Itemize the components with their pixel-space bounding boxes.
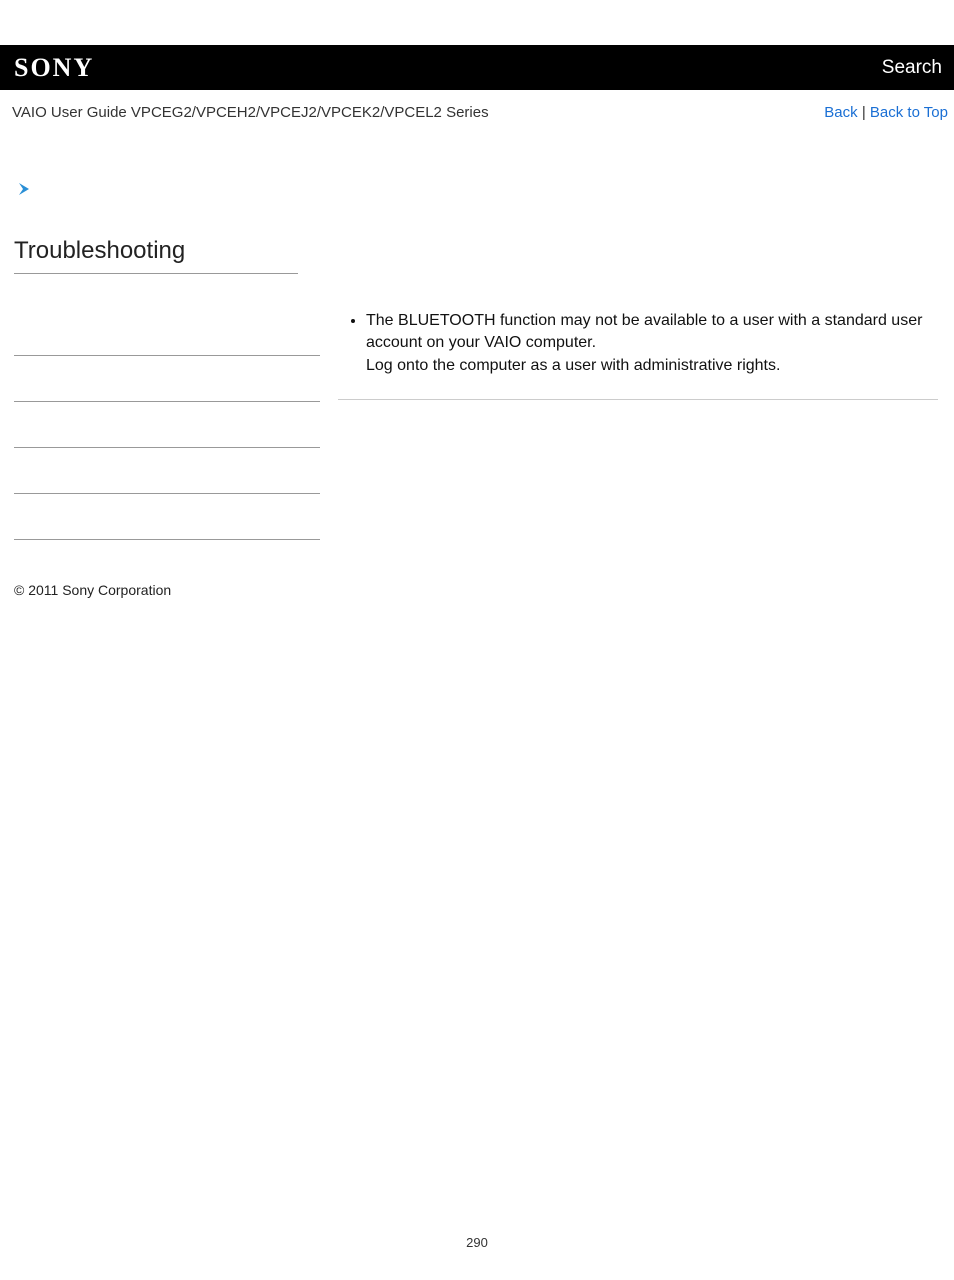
copyright: © 2011 Sony Corporation bbox=[14, 582, 954, 598]
subheader: VAIO User Guide VPCEG2/VPCEH2/VPCEJ2/VPC… bbox=[0, 90, 954, 121]
left-row bbox=[14, 310, 320, 356]
content-list: The BLUETOOTH function may not be availa… bbox=[338, 310, 938, 377]
guide-title: VAIO User Guide VPCEG2/VPCEH2/VPCEJ2/VPC… bbox=[12, 104, 489, 121]
search-link[interactable]: Search bbox=[882, 57, 946, 79]
header-bar: SONY Search bbox=[0, 45, 954, 90]
arrow-icon bbox=[18, 181, 954, 197]
left-row bbox=[14, 494, 320, 540]
two-column-layout: The BLUETOOTH function may not be availa… bbox=[0, 310, 954, 540]
right-column: The BLUETOOTH function may not be availa… bbox=[330, 310, 954, 400]
left-column bbox=[0, 310, 330, 540]
section-title: Troubleshooting bbox=[14, 237, 954, 265]
left-row bbox=[14, 402, 320, 448]
content-text-line2: Log onto the computer as a user with adm… bbox=[366, 355, 938, 377]
left-row bbox=[14, 448, 320, 494]
nav-separator: | bbox=[858, 104, 870, 121]
content-text-line1: The BLUETOOTH function may not be availa… bbox=[366, 312, 922, 351]
nav-links: Back | Back to Top bbox=[824, 104, 948, 121]
content-divider bbox=[338, 399, 938, 400]
back-to-top-link[interactable]: Back to Top bbox=[870, 104, 948, 121]
title-underline bbox=[14, 273, 298, 274]
sony-logo: SONY bbox=[0, 45, 108, 90]
back-link[interactable]: Back bbox=[824, 104, 857, 121]
page-number: 290 bbox=[0, 1235, 954, 1250]
list-item: The BLUETOOTH function may not be availa… bbox=[366, 310, 938, 377]
left-row bbox=[14, 356, 320, 402]
